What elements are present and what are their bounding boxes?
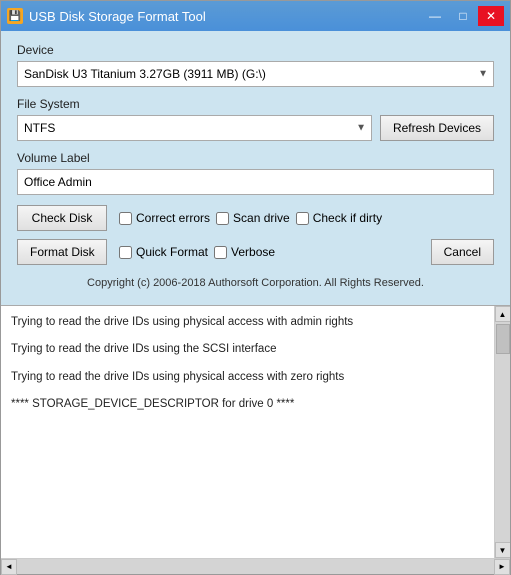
scroll-thumb-v[interactable] [496, 324, 510, 354]
correct-errors-checkbox[interactable] [119, 212, 132, 225]
check-if-dirty-checkbox[interactable] [296, 212, 309, 225]
scroll-left-button[interactable]: ◄ [1, 559, 17, 575]
log-line-3: Trying to read the drive IDs using physi… [11, 369, 484, 386]
device-field: Device SanDisk U3 Titanium 3.27GB (3911 … [17, 43, 494, 87]
verbose-checkbox[interactable] [214, 246, 227, 259]
quick-format-checkbox[interactable] [119, 246, 132, 259]
main-content: Device SanDisk U3 Titanium 3.27GB (3911 … [1, 31, 510, 305]
log-line-2: Trying to read the drive IDs using the S… [11, 341, 484, 358]
close-button[interactable]: ✕ [478, 6, 504, 26]
verbose-label[interactable]: Verbose [214, 245, 275, 259]
log-content[interactable]: Trying to read the drive IDs using physi… [1, 306, 494, 558]
device-label: Device [17, 43, 494, 57]
copyright-text: Copyright (c) 2006-2018 Authorsoft Corpo… [17, 273, 494, 293]
volume-label-input[interactable] [17, 169, 494, 195]
scroll-up-button[interactable]: ▲ [495, 306, 511, 322]
log-area: Trying to read the drive IDs using physi… [1, 305, 510, 558]
format-disk-button[interactable]: Format Disk [17, 239, 107, 265]
scroll-track-h[interactable] [17, 559, 494, 574]
device-select[interactable]: SanDisk U3 Titanium 3.27GB (3911 MB) (G:… [17, 61, 494, 87]
check-disk-button[interactable]: Check Disk [17, 205, 107, 231]
maximize-button[interactable]: □ [450, 6, 476, 26]
window-title: USB Disk Storage Format Tool [29, 9, 206, 24]
scroll-down-button[interactable]: ▼ [495, 542, 511, 558]
scroll-right-button[interactable]: ► [494, 559, 510, 575]
quick-format-text: Quick Format [136, 245, 208, 259]
volume-label-label: Volume Label [17, 151, 494, 165]
minimize-button[interactable]: — [422, 6, 448, 26]
log-line-1: Trying to read the drive IDs using physi… [11, 314, 484, 331]
cancel-button[interactable]: Cancel [431, 239, 494, 265]
scroll-track-v[interactable] [495, 322, 510, 542]
scan-drive-label[interactable]: Scan drive [216, 211, 290, 225]
refresh-devices-button[interactable]: Refresh Devices [380, 115, 494, 141]
correct-errors-text: Correct errors [136, 211, 210, 225]
horizontal-scrollbar[interactable]: ◄ ► [1, 558, 510, 574]
check-disk-row: Check Disk Correct errors Scan drive Che… [17, 205, 494, 231]
format-disk-row: Format Disk Quick Format Verbose Cancel [17, 239, 494, 265]
quick-format-label[interactable]: Quick Format [119, 245, 208, 259]
correct-errors-label[interactable]: Correct errors [119, 211, 210, 225]
app-icon: 💾 [7, 8, 23, 24]
volume-label-field: Volume Label [17, 151, 494, 195]
title-bar-left: 💾 USB Disk Storage Format Tool [7, 8, 206, 24]
check-if-dirty-label[interactable]: Check if dirty [296, 211, 382, 225]
scan-drive-checkbox[interactable] [216, 212, 229, 225]
filesystem-field: File System NTFSFAT32FATexFAT ▼ Refresh … [17, 97, 494, 141]
filesystem-select[interactable]: NTFSFAT32FATexFAT [17, 115, 372, 141]
device-select-wrapper: SanDisk U3 Titanium 3.27GB (3911 MB) (G:… [17, 61, 494, 87]
check-if-dirty-text: Check if dirty [313, 211, 382, 225]
filesystem-select-wrapper: NTFSFAT32FATexFAT ▼ [17, 115, 372, 141]
filesystem-label: File System [17, 97, 494, 111]
vertical-scrollbar[interactable]: ▲ ▼ [494, 306, 510, 558]
filesystem-row: NTFSFAT32FATexFAT ▼ Refresh Devices [17, 115, 494, 141]
verbose-text: Verbose [231, 245, 275, 259]
log-line-4: **** STORAGE_DEVICE_DESCRIPTOR for drive… [11, 396, 484, 413]
scan-drive-text: Scan drive [233, 211, 290, 225]
main-window: 💾 USB Disk Storage Format Tool — □ ✕ Dev… [0, 0, 511, 575]
title-bar: 💾 USB Disk Storage Format Tool — □ ✕ [1, 1, 510, 31]
window-controls: — □ ✕ [422, 6, 504, 26]
